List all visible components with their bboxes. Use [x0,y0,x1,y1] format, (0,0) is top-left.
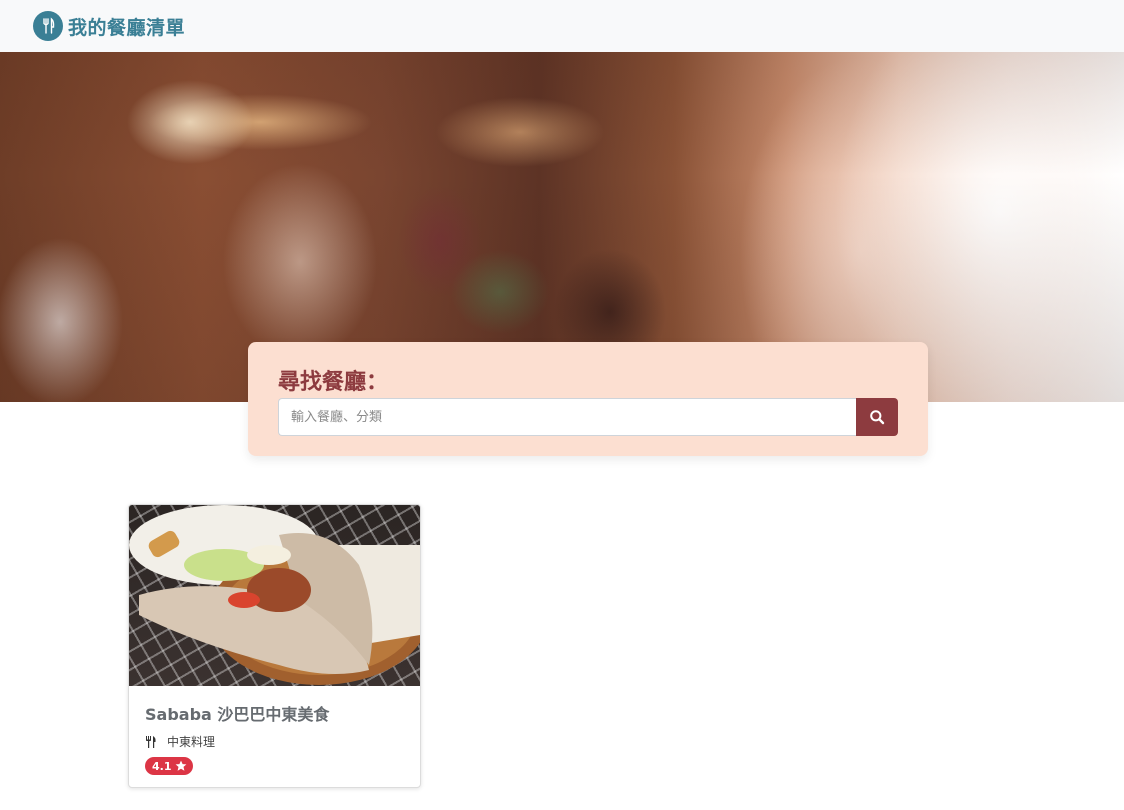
search-panel: 尋找餐廳： [248,342,928,456]
restaurant-photo [129,505,420,686]
restaurant-name: Sababa 沙巴巴中東美食 [145,705,330,724]
card-body: Sababa 沙巴巴中東美食 中東料理 4.1 [145,701,404,775]
navbar: 我的餐廳清單 [0,0,1124,52]
rating-badge: 4.1 [145,757,193,775]
category-label: 中東料理 [167,735,216,749]
search-icon [869,409,885,425]
utensils-logo-icon [33,11,63,41]
brand-title: 我的餐廳清單 [68,16,186,39]
search-button[interactable] [856,398,898,436]
search-input[interactable] [278,398,856,436]
star-icon [172,760,187,772]
food-illustration [129,505,420,685]
restaurant-category: 中東料理 [145,733,404,750]
restaurant-card[interactable]: Sababa 沙巴巴中東美食 中東料理 4.1 [128,504,421,788]
utensils-icon [145,735,157,748]
brand-link[interactable]: 我的餐廳清單 [33,11,185,41]
rating-value: 4.1 [152,759,172,773]
search-title: 尋找餐廳： [278,370,389,395]
